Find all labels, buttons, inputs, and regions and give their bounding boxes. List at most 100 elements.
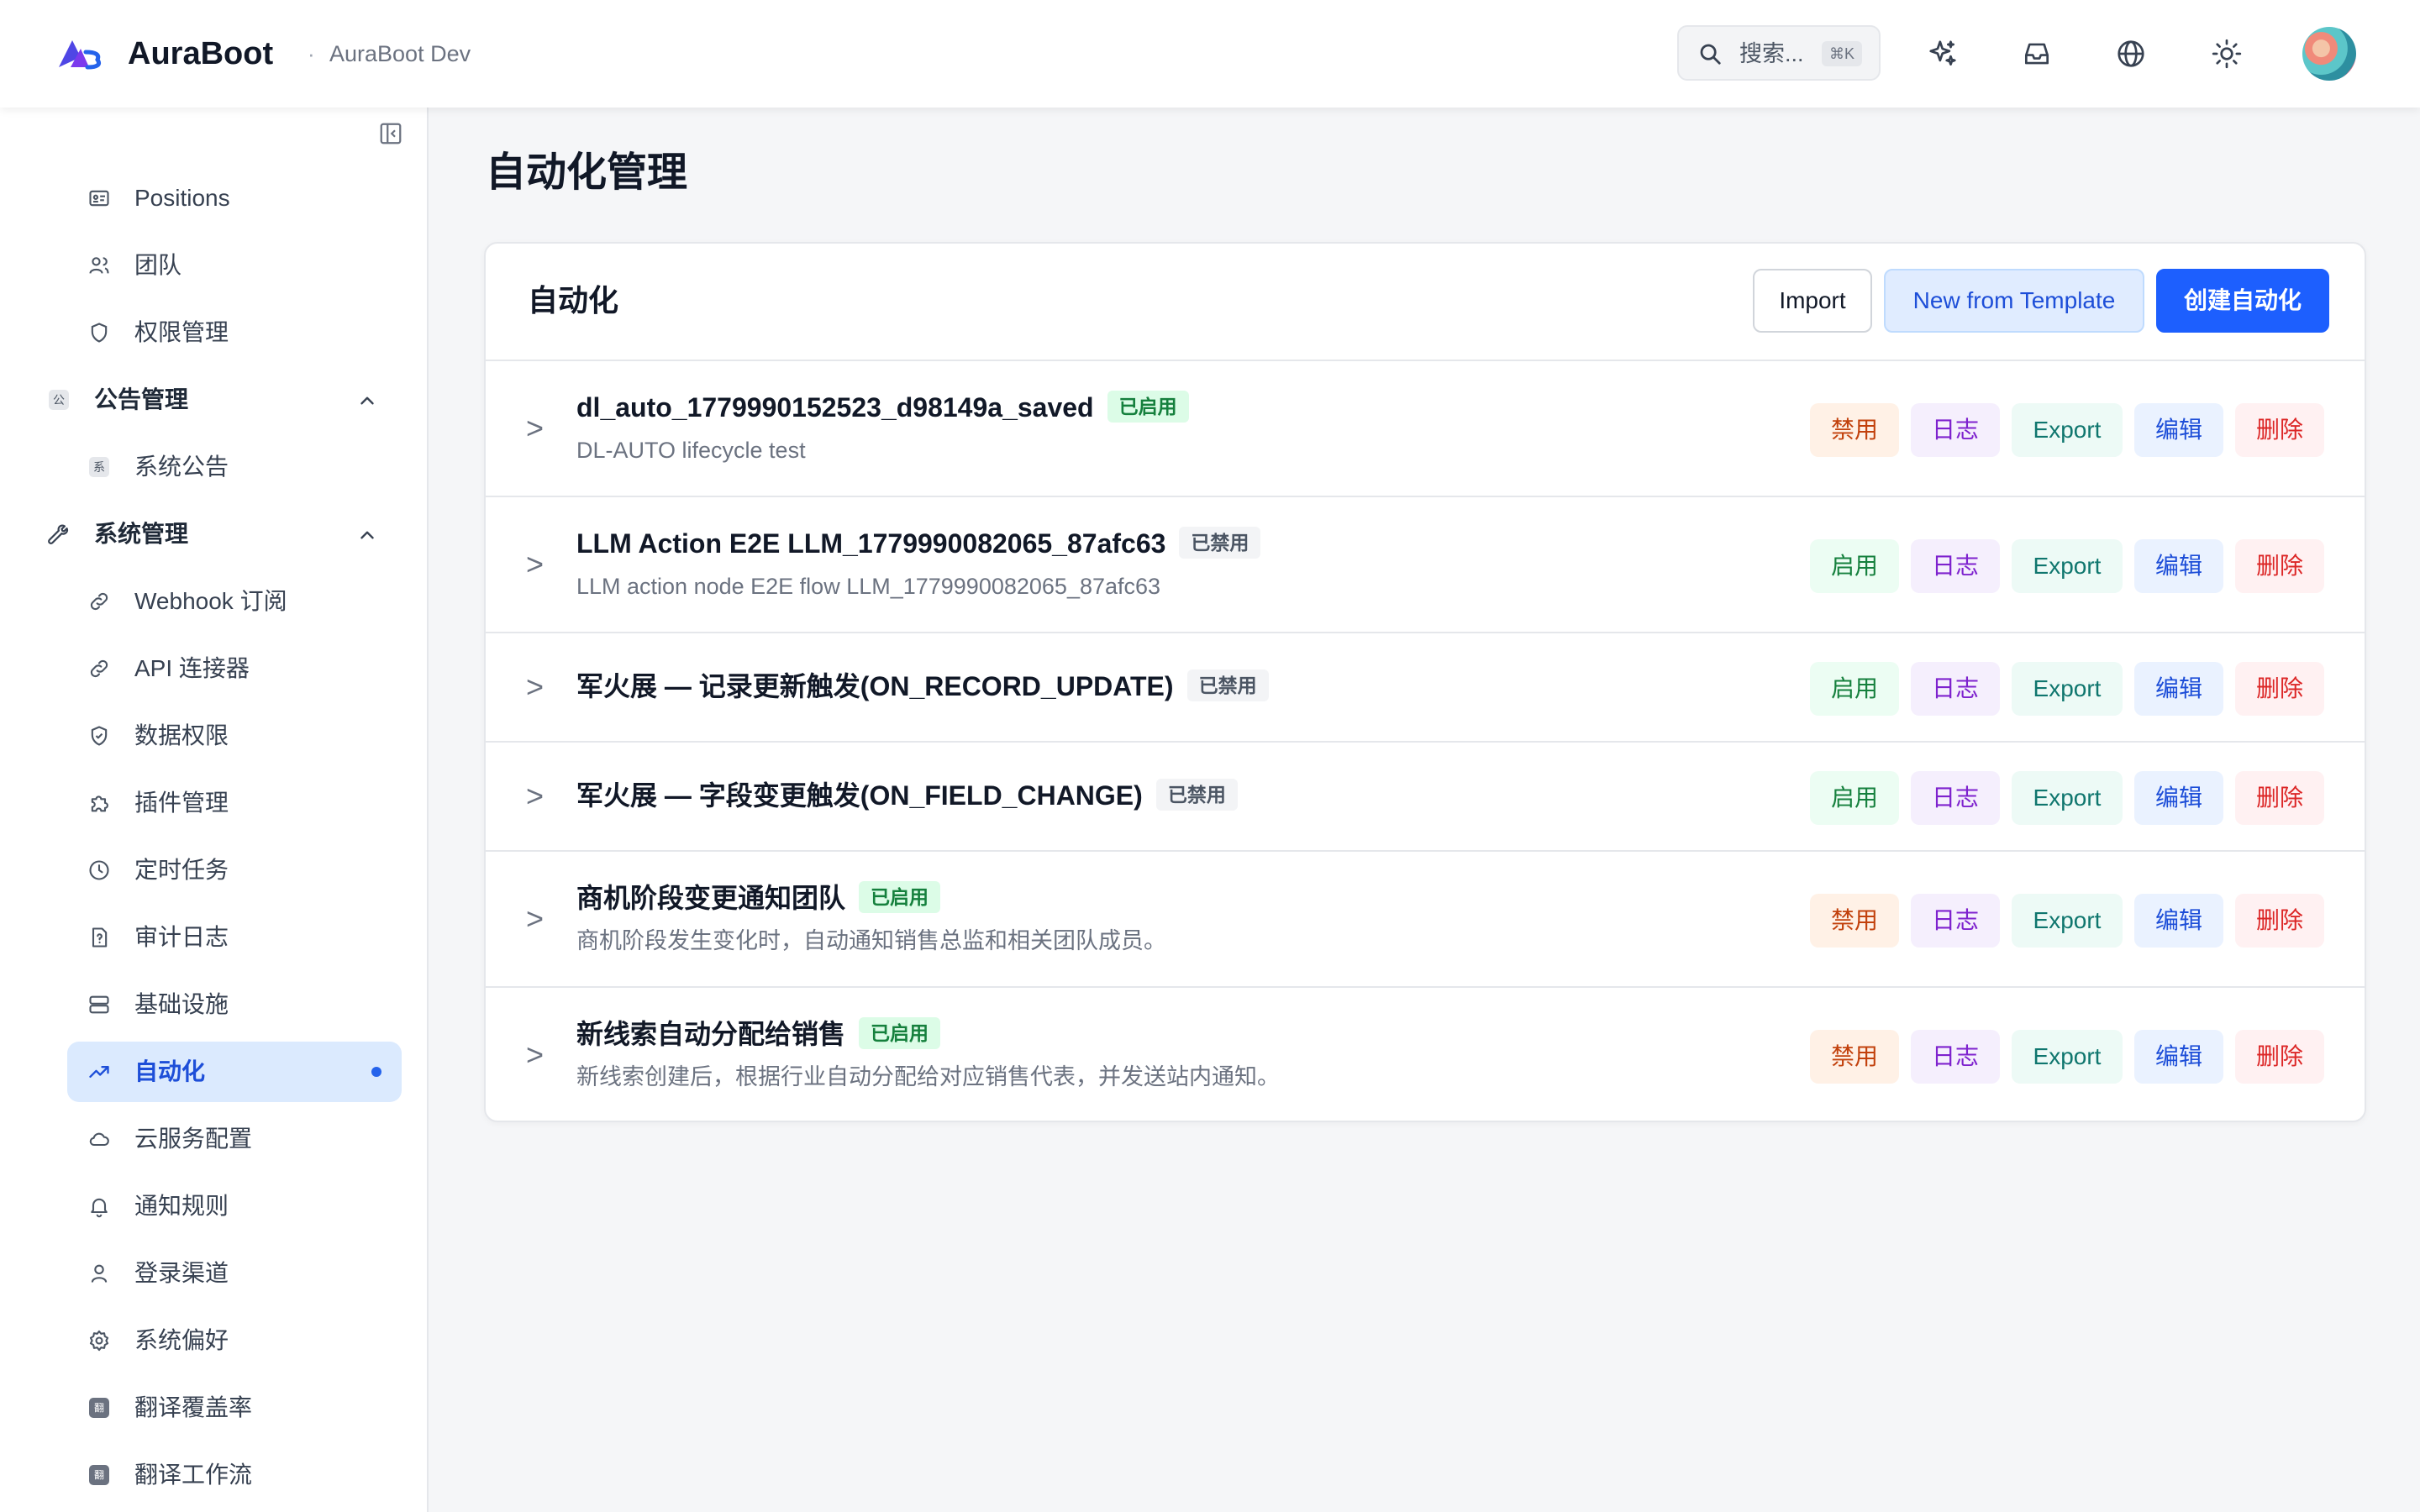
automation-name-line: 军火展 — 字段变更触发(ON_FIELD_CHANGE) 已禁用 bbox=[576, 778, 1238, 813]
sidebar-item-team[interactable]: 团队 bbox=[67, 235, 402, 296]
sidebar-item-cloud-config[interactable]: 云服务配置 bbox=[67, 1109, 402, 1169]
sidebar-item-webhook[interactable]: Webhook 订阅 bbox=[67, 571, 402, 632]
sidebar-item-translation-coverage[interactable]: 翻 翻译覆盖率 bbox=[67, 1378, 402, 1438]
inbox-button[interactable] bbox=[2018, 35, 2055, 72]
delete-button[interactable]: 删除 bbox=[2235, 1030, 2324, 1084]
sidebar-item-system-announcements[interactable]: 系 系统公告 bbox=[67, 437, 402, 497]
automation-name[interactable]: LLM Action E2E LLM_1779990082065_87afc63 bbox=[576, 528, 1165, 559]
automation-description: 商机阶段发生变化时，自动通知销售总监和相关团队成员。 bbox=[576, 928, 1166, 953]
sidebar-item-plugins[interactable]: 插件管理 bbox=[67, 773, 402, 833]
table-row[interactable]: > LLM Action E2E LLM_1779990082065_87afc… bbox=[486, 496, 2365, 632]
link-icon bbox=[90, 592, 108, 611]
sidebar-item-permissions[interactable]: 权限管理 bbox=[67, 302, 402, 363]
active-indicator-dot bbox=[371, 1067, 381, 1077]
edit-button[interactable]: 编辑 bbox=[2134, 771, 2223, 825]
delete-button[interactable]: 删除 bbox=[2235, 894, 2324, 948]
sidebar-item-label: 数据权限 bbox=[134, 722, 229, 748]
search-input[interactable]: 搜索... ⌘K bbox=[1677, 25, 1881, 81]
edit-button[interactable]: 编辑 bbox=[2134, 894, 2223, 948]
automation-name[interactable]: 新线索自动分配给销售 bbox=[576, 1019, 845, 1049]
enable-button[interactable]: 启用 bbox=[1810, 662, 1899, 716]
sidebar-item-login-channels[interactable]: 登录渠道 bbox=[67, 1243, 402, 1304]
edit-button[interactable]: 编辑 bbox=[2134, 662, 2223, 716]
aura-logo-icon[interactable] bbox=[55, 34, 106, 74]
export-button[interactable]: Export bbox=[2012, 771, 2123, 825]
language-button[interactable] bbox=[2112, 35, 2149, 72]
log-button[interactable]: 日志 bbox=[1911, 771, 2000, 825]
edit-button[interactable]: 编辑 bbox=[2134, 1030, 2223, 1084]
expand-row-icon[interactable]: > bbox=[526, 412, 544, 445]
sidebar-group-system-management[interactable]: 系统管理 bbox=[0, 504, 402, 564]
expand-row-icon[interactable]: > bbox=[526, 670, 544, 704]
expand-row-icon[interactable]: > bbox=[526, 902, 544, 936]
automation-name[interactable]: dl_auto_1779990152523_d98149a_saved bbox=[576, 392, 1094, 423]
enable-button[interactable]: 启用 bbox=[1810, 771, 1899, 825]
automation-name-line: dl_auto_1779990152523_d98149a_saved 已启用 bbox=[576, 390, 1189, 425]
delete-button[interactable]: 删除 bbox=[2235, 662, 2324, 716]
automation-name[interactable]: 军火展 — 记录更新触发(ON_RECORD_UPDATE) bbox=[576, 671, 1174, 701]
log-button[interactable]: 日志 bbox=[1911, 539, 2000, 593]
theme-toggle-button[interactable] bbox=[2208, 35, 2245, 72]
brand-name[interactable]: AuraBoot bbox=[128, 32, 273, 76]
edit-button[interactable]: 编辑 bbox=[2134, 539, 2223, 593]
table-row[interactable]: > dl_auto_1779990152523_d98149a_saved 已启用… bbox=[486, 360, 2365, 496]
link-icon bbox=[90, 659, 108, 678]
sidebar-item-infrastructure[interactable]: 基础设施 bbox=[67, 974, 402, 1035]
delete-button[interactable]: 删除 bbox=[2235, 403, 2324, 457]
sidebar-group-announcements[interactable]: 公 公告管理 bbox=[0, 370, 402, 430]
sidebar-item-label: Positions bbox=[134, 185, 230, 211]
sidebar-item-system-preferences[interactable]: 系统偏好 bbox=[67, 1310, 402, 1371]
delete-button[interactable]: 删除 bbox=[2235, 771, 2324, 825]
automation-name[interactable]: 商机阶段变更通知团队 bbox=[576, 883, 845, 913]
enable-button[interactable]: 启用 bbox=[1810, 539, 1899, 593]
sidebar-item-positions[interactable]: Positions bbox=[67, 168, 402, 228]
sidebar-item-notification-rules[interactable]: 通知规则 bbox=[67, 1176, 402, 1236]
import-button[interactable]: Import bbox=[1753, 269, 1872, 333]
log-button[interactable]: 日志 bbox=[1911, 403, 2000, 457]
sidebar-collapse-icon[interactable] bbox=[378, 121, 403, 146]
automation-name[interactable]: 军火展 — 字段变更触发(ON_FIELD_CHANGE) bbox=[576, 780, 1143, 811]
table-row[interactable]: > 军火展 — 记录更新触发(ON_RECORD_UPDATE) 已禁用 启用 日… bbox=[486, 632, 2365, 741]
ai-assistant-button[interactable] bbox=[1924, 35, 1961, 72]
sidebar-item-label: 权限管理 bbox=[134, 319, 229, 345]
automation-name-line: 商机阶段变更通知团队 已启用 bbox=[576, 880, 941, 916]
disable-button[interactable]: 禁用 bbox=[1810, 894, 1899, 948]
table-row[interactable]: > 军火展 — 字段变更触发(ON_FIELD_CHANGE) 已禁用 启用 日志… bbox=[486, 741, 2365, 850]
export-button[interactable]: Export bbox=[2012, 662, 2123, 716]
user-avatar[interactable] bbox=[2302, 27, 2356, 81]
new-from-template-button[interactable]: New from Template bbox=[1884, 269, 2144, 333]
create-automation-button[interactable]: 创建自动化 bbox=[2156, 269, 2329, 333]
sidebar-item-api-connectors[interactable]: API 连接器 bbox=[67, 638, 402, 699]
sidebar-item-audit-log[interactable]: 审计日志 bbox=[67, 907, 402, 968]
automation-description: LLM action node E2E flow LLM_17799900820… bbox=[576, 574, 1161, 599]
delete-button[interactable]: 删除 bbox=[2235, 539, 2324, 593]
sidebar-item-scheduled-tasks[interactable]: 定时任务 bbox=[67, 840, 402, 900]
sidebar: Positions 团队 权限管理 公 公告管理 系 系统公告 系统管理 Web… bbox=[0, 108, 429, 1512]
sidebar-item-translation-workflow[interactable]: 翻 翻译工作流 bbox=[67, 1445, 402, 1505]
automation-name-line: LLM Action E2E LLM_1779990082065_87afc63… bbox=[576, 526, 1261, 561]
sparkles-icon bbox=[1929, 40, 1956, 66]
edit-button[interactable]: 编辑 bbox=[2134, 403, 2223, 457]
log-button[interactable]: 日志 bbox=[1911, 662, 2000, 716]
table-row[interactable]: > 商机阶段变更通知团队 已启用 商机阶段发生变化时，自动通知销售总监和相关团队成… bbox=[486, 850, 2365, 986]
expand-row-icon[interactable]: > bbox=[526, 1038, 544, 1072]
export-button[interactable]: Export bbox=[2012, 539, 2123, 593]
table-row[interactable]: > 新线索自动分配给销售 已启用 新线索创建后，根据行业自动分配给对应销售代表，并… bbox=[486, 986, 2365, 1122]
sidebar-item-automation[interactable]: 自动化 bbox=[67, 1042, 402, 1102]
file-question-icon bbox=[92, 927, 108, 948]
log-button[interactable]: 日志 bbox=[1911, 894, 2000, 948]
chevron-up-icon bbox=[360, 396, 374, 405]
sidebar-item-label: 基础设施 bbox=[134, 991, 229, 1017]
disable-button[interactable]: 禁用 bbox=[1810, 1030, 1899, 1084]
disable-button[interactable]: 禁用 bbox=[1810, 403, 1899, 457]
export-button[interactable]: Export bbox=[2012, 894, 2123, 948]
expand-row-icon[interactable]: > bbox=[526, 548, 544, 581]
expand-row-icon[interactable]: > bbox=[526, 780, 544, 813]
export-button[interactable]: Export bbox=[2012, 1030, 2123, 1084]
translation-badge-icon: 翻 bbox=[89, 1398, 109, 1418]
log-button[interactable]: 日志 bbox=[1911, 1030, 2000, 1084]
puzzle-icon bbox=[91, 795, 108, 812]
export-button[interactable]: Export bbox=[2012, 403, 2123, 457]
sidebar-item-label: 插件管理 bbox=[134, 790, 229, 816]
sidebar-item-data-permissions[interactable]: 数据权限 bbox=[67, 706, 402, 766]
